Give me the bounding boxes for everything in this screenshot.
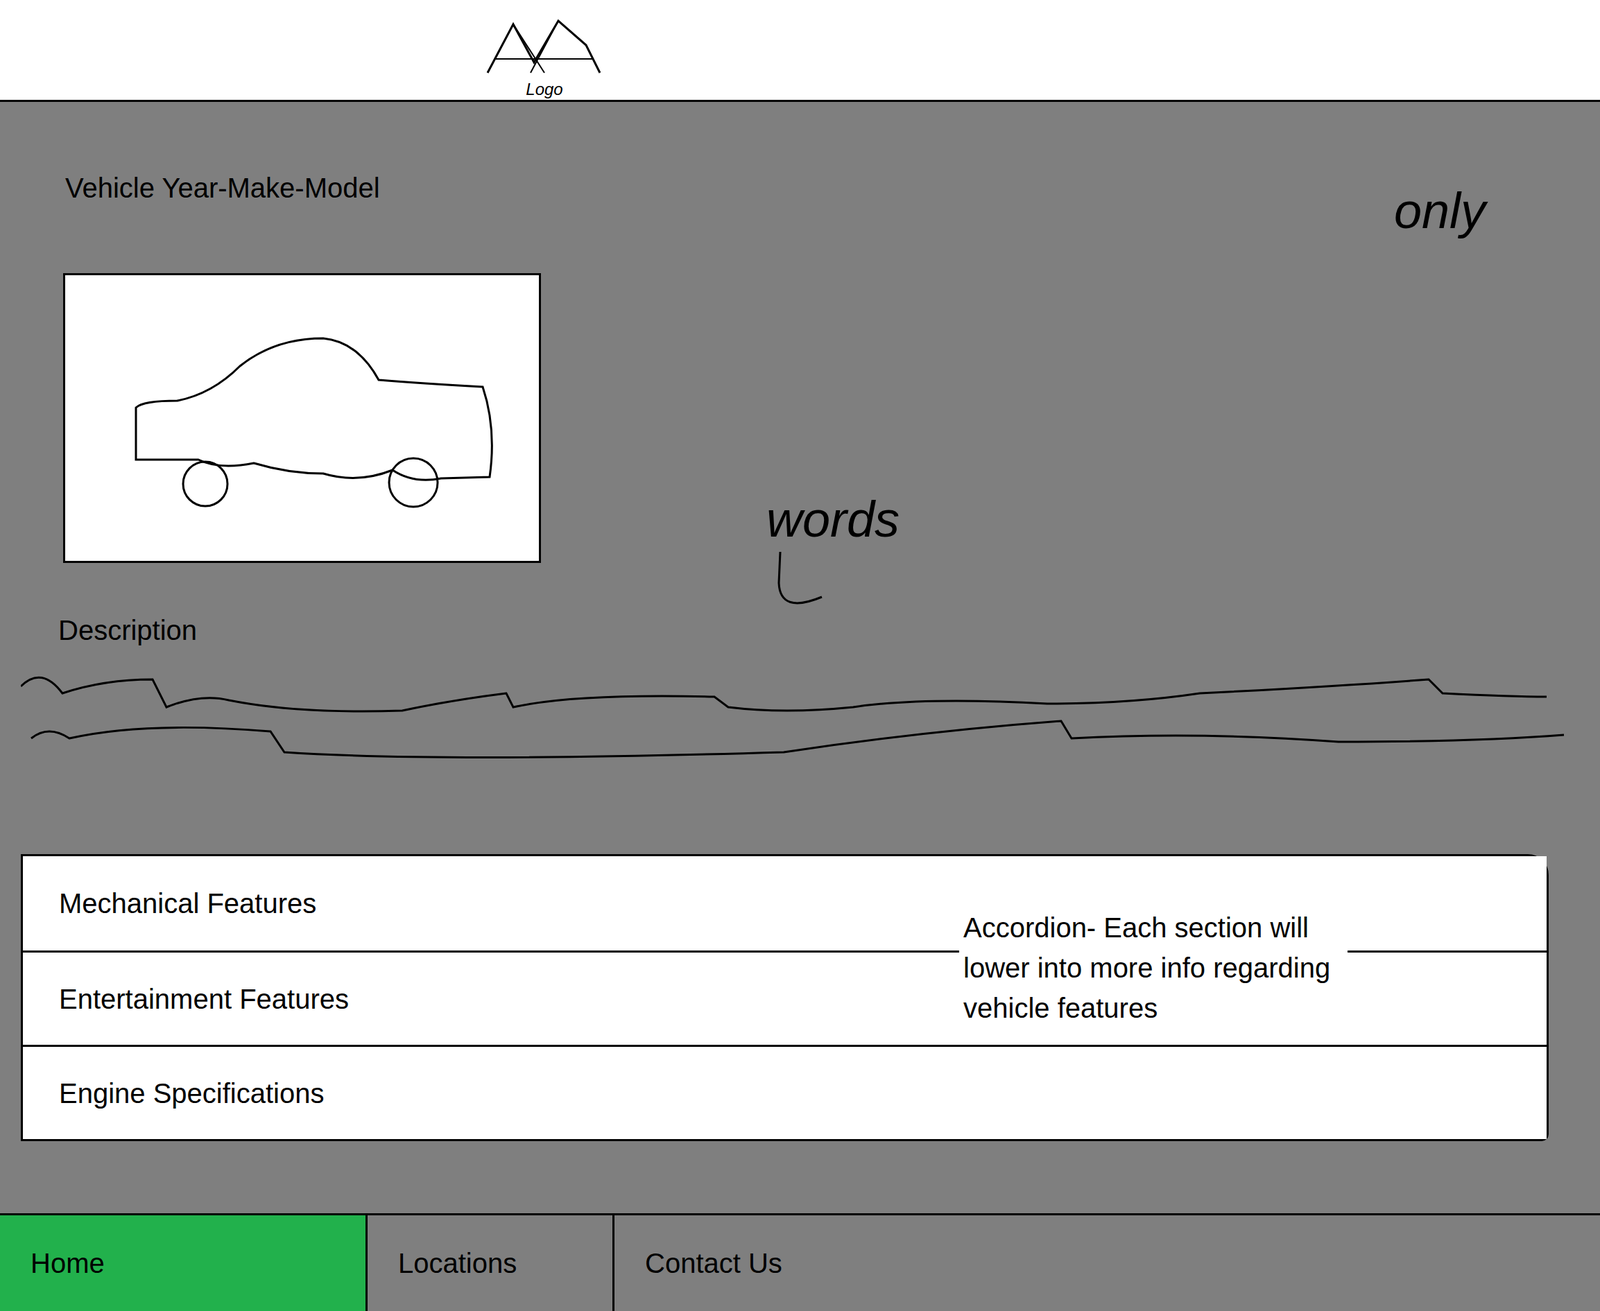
logo[interactable]: Logo [478,13,611,100]
header: Logo [0,0,1600,102]
nav-item[interactable]: Locations [365,1215,613,1311]
description-placeholder-lines [20,665,1568,770]
accordion-annotation: Accordion- Each section will lower into … [959,905,1348,1032]
vehicle-page: Logo Vehicle Year-Make-Model Description Me… [0,0,1600,1311]
nav-item[interactable]: Contact Us [612,1215,1600,1311]
vehicle-image [63,273,541,564]
bottom-nav: HomeLocationsContact Us [0,1213,1600,1311]
nav-item[interactable]: Home [0,1215,366,1311]
vehicle-title: Vehicle Year-Make-Model [65,171,1580,205]
corner-note: only [1394,181,1486,240]
logo-text: Logo [525,79,563,100]
main-content: Vehicle Year-Make-Model Description Mechan… [0,101,1600,1214]
car-icon [94,324,511,512]
accordion-item[interactable]: Engine Specifications [22,1045,1547,1140]
features-accordion: Mechanical FeaturesEntertainment Feature… [20,854,1549,1142]
arrow-icon [766,548,829,618]
middle-note: words [766,490,900,618]
mountain-logo-icon [482,13,607,80]
description-label: Description [58,613,1580,648]
middle-note-text: words [766,490,900,549]
